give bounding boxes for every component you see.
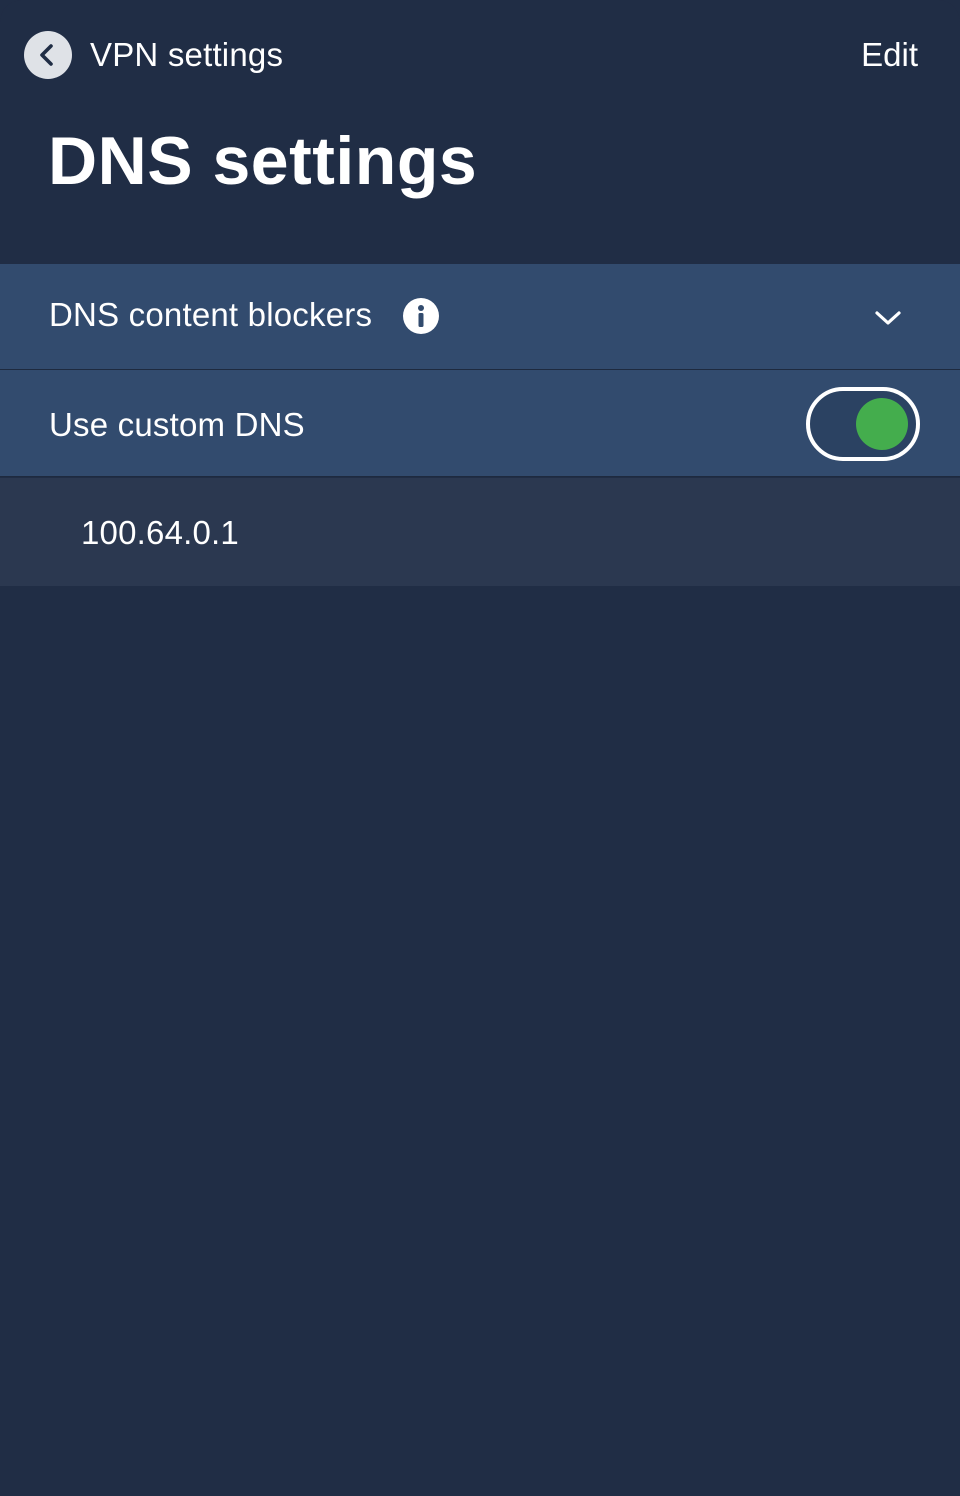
- back-button[interactable]: VPN settings: [24, 30, 283, 80]
- back-button-label: VPN settings: [90, 36, 284, 73]
- use-custom-dns-toggle[interactable]: [806, 387, 920, 461]
- dns-content-blockers-row[interactable]: DNS content blockers: [0, 264, 960, 370]
- page-title: DNS settings: [48, 123, 478, 199]
- dns-settings-screen: VPN settings Edit DNS settings DNS conte…: [0, 0, 960, 1496]
- toggle-knob: [856, 398, 908, 450]
- back-circle: [24, 31, 72, 79]
- dns-server-address: 100.64.0.1: [81, 514, 239, 551]
- info-icon[interactable]: [403, 298, 439, 334]
- use-custom-dns-label: Use custom DNS: [49, 406, 305, 443]
- chevron-left-icon: [40, 44, 53, 66]
- navigation-bar: VPN settings Edit: [0, 0, 960, 110]
- use-custom-dns-row: Use custom DNS: [0, 370, 960, 477]
- dns-content-blockers-label: DNS content blockers: [49, 296, 373, 333]
- dns-server-entry[interactable]: 100.64.0.1: [0, 478, 960, 586]
- edit-button[interactable]: Edit: [861, 36, 918, 74]
- chevron-down-icon[interactable]: [872, 302, 904, 334]
